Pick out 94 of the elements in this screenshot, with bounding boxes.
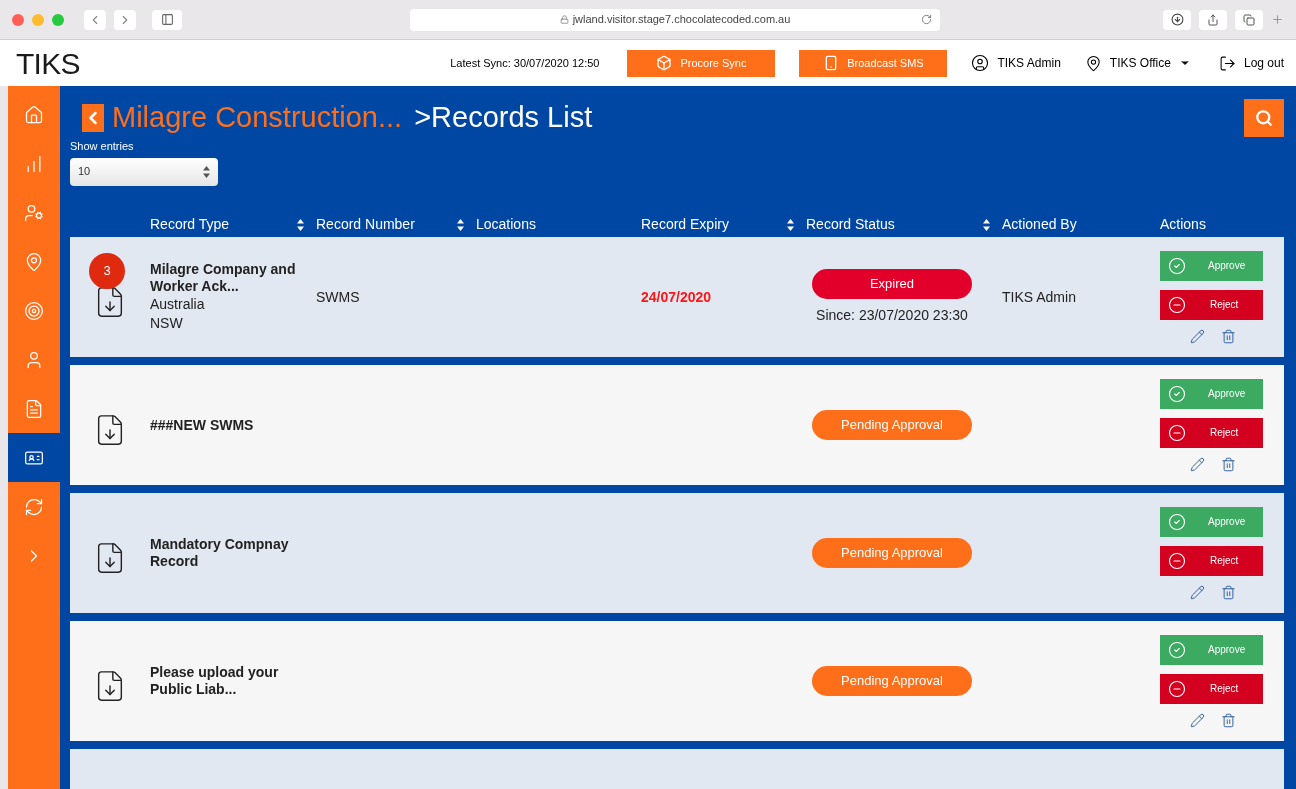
search-icon	[1255, 109, 1273, 127]
sidebar-item[interactable]	[8, 433, 60, 482]
column-header: Actioned By	[1002, 215, 1077, 235]
sort-icon[interactable]	[297, 218, 304, 231]
status-badge: Pending Approval	[812, 666, 972, 696]
new-tab-icon[interactable]	[1271, 13, 1284, 26]
status-badge: Pending Approval	[812, 410, 972, 440]
sidebar-icon	[160, 13, 174, 26]
minus-circle-icon	[1168, 423, 1186, 442]
sort-icon[interactable]	[983, 218, 990, 231]
tabs-icon	[1243, 13, 1255, 26]
check-circle-icon	[1168, 640, 1186, 659]
logout-button[interactable]: Log out	[1218, 54, 1284, 72]
show-entries-label: Show entries	[70, 139, 135, 154]
maximize-window-icon[interactable]	[52, 13, 64, 26]
broadcast-sms-button[interactable]: Broadcast SMS	[799, 49, 948, 77]
back-nav-button[interactable]	[84, 9, 106, 30]
search-button[interactable]	[1244, 99, 1284, 137]
entries-select[interactable]: 10	[70, 157, 218, 186]
download-icon	[1170, 13, 1184, 26]
delete-icon[interactable]	[1221, 712, 1236, 728]
check-circle-icon	[1168, 384, 1186, 403]
column-header: Actions	[1160, 215, 1206, 235]
home-icon	[24, 104, 44, 125]
record-type-text: Milagre Company and Worker Ack...	[150, 261, 297, 295]
status-badge: Expired	[812, 268, 972, 299]
record-number-text: SWMS	[316, 289, 360, 305]
lock-icon	[559, 15, 569, 24]
address-bar[interactable]: jwland.visitor.stage7.chocolatecoded.com.au	[410, 8, 940, 31]
document-icon	[24, 398, 44, 419]
download-button[interactable]	[1163, 9, 1191, 30]
reject-button[interactable]: Reject	[1160, 289, 1263, 320]
reject-button[interactable]: Reject	[1160, 673, 1263, 704]
reload-icon[interactable]	[921, 14, 932, 25]
logout-icon	[1218, 54, 1236, 72]
breadcrumb-parent[interactable]: Milagre Construction...	[112, 96, 403, 140]
user-menu[interactable]: TIKS Admin	[971, 54, 1061, 72]
column-header: Locations	[476, 215, 536, 235]
expiry-date-text: 24/07/2020	[641, 289, 712, 305]
reject-button[interactable]: Reject	[1160, 417, 1263, 448]
procore-sync-button[interactable]: Procore Sync	[627, 49, 776, 77]
status-badge: Pending Approval	[812, 538, 972, 568]
column-header[interactable]: Record Status	[806, 214, 895, 236]
close-window-icon[interactable]	[12, 13, 24, 26]
location-text: NSW	[150, 314, 184, 333]
delete-icon[interactable]	[1221, 328, 1236, 344]
approve-button[interactable]: Approve	[1160, 506, 1263, 537]
record-type-text: ###NEW SWMS	[150, 416, 255, 434]
column-header[interactable]: Record Number	[316, 214, 415, 236]
sync-icon	[24, 496, 44, 517]
notification-badge: 3	[89, 253, 125, 289]
back-button[interactable]	[82, 104, 104, 132]
user-gear-icon	[24, 202, 44, 223]
edit-icon[interactable]	[1190, 584, 1205, 600]
latest-sync-text: Latest Sync: 30/07/2020 12:50	[450, 55, 600, 71]
edit-icon[interactable]	[1190, 328, 1205, 344]
sort-icon[interactable]	[457, 218, 464, 231]
actioned-by-text: TIKS Admin	[1002, 289, 1076, 305]
location-icon	[1084, 54, 1102, 72]
location-text: Australia	[150, 295, 206, 314]
approve-button[interactable]: Approve	[1160, 634, 1263, 665]
location-icon	[24, 251, 44, 272]
box-icon	[656, 55, 673, 71]
minus-circle-icon	[1168, 551, 1186, 570]
reject-button[interactable]: Reject	[1160, 545, 1263, 576]
delete-icon[interactable]	[1221, 584, 1236, 600]
url-text: jwland.visitor.stage7.chocolatecoded.com.au	[572, 12, 791, 28]
minus-circle-icon	[1168, 679, 1186, 698]
sidebar-toggle-button[interactable]	[152, 9, 182, 30]
sort-icon[interactable]	[787, 218, 794, 231]
edit-icon[interactable]	[1190, 712, 1205, 728]
select-arrows-icon	[203, 165, 210, 178]
office-menu[interactable]: TIKS Office	[1084, 54, 1191, 72]
record-type-text: Please upload your Public Liab...	[150, 664, 280, 698]
column-header[interactable]: Record Type	[150, 214, 230, 236]
check-circle-icon	[1168, 512, 1186, 531]
page-title: Records List	[431, 100, 593, 136]
share-button[interactable]	[1199, 9, 1227, 30]
status-since-text: Since: 23/07/2020 23:30	[816, 305, 968, 325]
share-icon	[1207, 13, 1219, 26]
logo: TIKS	[16, 45, 80, 82]
breadcrumb-separator: >	[414, 100, 432, 136]
approve-button[interactable]: Approve	[1160, 250, 1263, 281]
tabs-button[interactable]	[1235, 9, 1263, 30]
edit-icon[interactable]	[1190, 456, 1205, 472]
user-icon	[971, 54, 990, 72]
forward-nav-button[interactable]	[114, 9, 136, 30]
record-type-text: Mandatory Compnay Record	[150, 536, 290, 570]
column-header[interactable]: Record Expiry	[641, 214, 729, 236]
target-icon	[24, 300, 44, 321]
minus-circle-icon	[1168, 295, 1186, 314]
check-circle-icon	[1168, 256, 1186, 275]
approve-button[interactable]: Approve	[1160, 378, 1263, 409]
delete-icon[interactable]	[1221, 456, 1236, 472]
